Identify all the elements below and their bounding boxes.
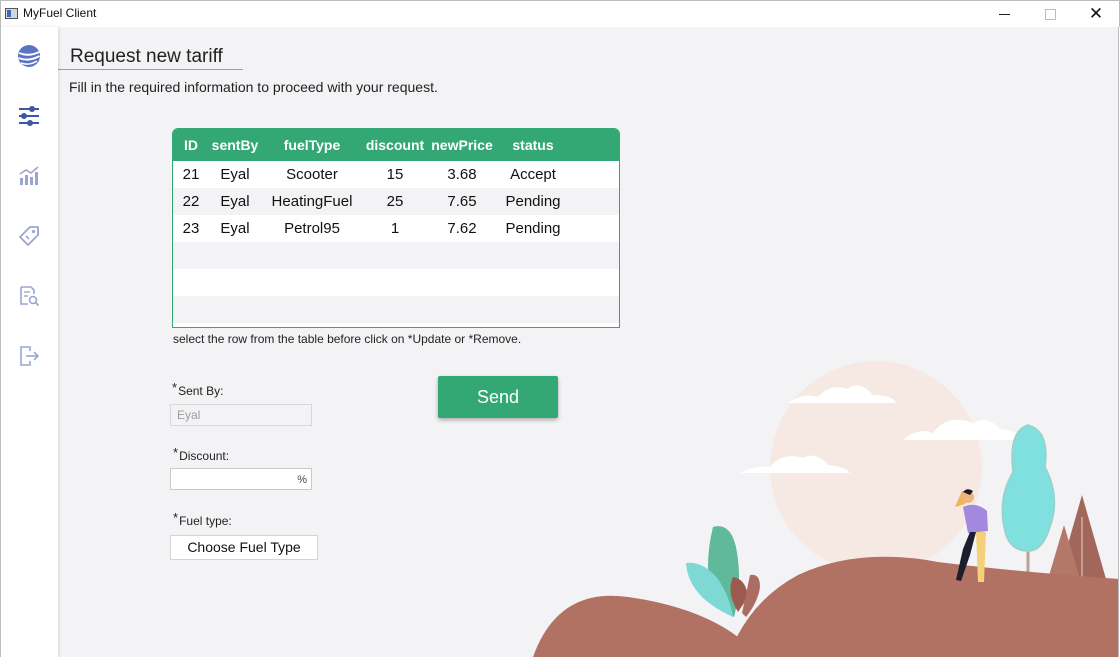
choose-fuel-type-button[interactable]: Choose Fuel Type	[170, 535, 318, 560]
globe-icon[interactable]	[16, 43, 42, 69]
fuel-type-label: *Fuel type:	[173, 510, 232, 528]
column-header-sent-by[interactable]: sentBy	[209, 129, 261, 161]
cell-new-price: 7.62	[447, 220, 477, 237]
empty-table-row	[173, 296, 619, 323]
cell-new-price: 7.65	[447, 193, 477, 210]
cell-fuel-type: Scooter	[286, 166, 338, 183]
tariff-requests-table[interactable]: ID sentBy fuelType discount newPrice sta…	[172, 128, 620, 328]
close-button[interactable]: ✕	[1073, 1, 1119, 27]
cell-id: 22	[182, 193, 200, 210]
cell-status: Pending	[505, 220, 561, 237]
cell-id: 23	[182, 220, 200, 237]
sent-by-field: Eyal	[170, 404, 312, 426]
discount-label: *Discount:	[173, 445, 230, 463]
discount-input[interactable]: %	[170, 468, 312, 490]
table-hint: select the row from the table before cli…	[173, 332, 522, 346]
percent-suffix: %	[297, 474, 307, 486]
page-title: Request new tariff	[70, 46, 223, 67]
cell-discount: 15	[386, 166, 404, 183]
cell-discount: 25	[386, 193, 404, 210]
page-subtitle: Fill in the required information to proc…	[69, 79, 438, 95]
sent-by-label: *Sent By:	[172, 380, 224, 398]
cell-status: Pending	[505, 193, 561, 210]
table-row[interactable]: 22 Eyal HeatingFuel 25 7.65 Pending	[173, 188, 619, 215]
sliders-icon[interactable]	[16, 103, 42, 129]
logout-icon[interactable]	[16, 343, 42, 369]
table-row[interactable]: 21 Eyal Scooter 15 3.68 Accept	[173, 161, 619, 188]
required-mark: *	[172, 380, 178, 395]
title-divider	[58, 69, 243, 70]
table-header: ID sentBy fuelType discount newPrice sta…	[173, 129, 619, 161]
cell-id: 21	[182, 166, 200, 183]
cell-fuel-type: Petrol95	[284, 220, 340, 237]
column-header-new-price[interactable]: newPrice	[427, 129, 497, 161]
column-header-discount[interactable]: discount	[363, 129, 427, 161]
required-mark: *	[173, 445, 179, 460]
cell-status: Accept	[510, 166, 556, 183]
column-header-fuel-type[interactable]: fuelType	[261, 129, 363, 161]
cell-new-price: 3.68	[447, 166, 477, 183]
cell-fuel-type: HeatingFuel	[271, 193, 353, 210]
table-row[interactable]: 23 Eyal Petrol95 1 7.62 Pending	[173, 215, 619, 242]
cell-sent-by: Eyal	[220, 166, 250, 183]
chart-icon[interactable]	[16, 163, 42, 189]
cell-sent-by: Eyal	[220, 193, 250, 210]
column-header-status[interactable]: status	[497, 129, 569, 161]
search-document-icon[interactable]	[16, 283, 42, 309]
cell-sent-by: Eyal	[220, 220, 250, 237]
cell-discount: 1	[390, 220, 400, 237]
tag-icon[interactable]	[16, 223, 42, 249]
minimize-button[interactable]	[981, 1, 1027, 27]
send-button[interactable]: Send	[438, 376, 558, 418]
window-title: MyFuel Client	[23, 6, 97, 20]
empty-table-row	[173, 242, 619, 269]
title-bar: MyFuel Client ✕	[0, 0, 1120, 27]
empty-table-row	[173, 269, 619, 296]
sidebar	[0, 27, 58, 657]
required-mark: *	[173, 510, 179, 525]
app-icon	[5, 8, 18, 19]
maximize-button[interactable]	[1027, 1, 1073, 27]
column-header-id[interactable]: ID	[173, 129, 209, 161]
main-content: Request new tariff Fill in the required …	[58, 27, 1119, 657]
